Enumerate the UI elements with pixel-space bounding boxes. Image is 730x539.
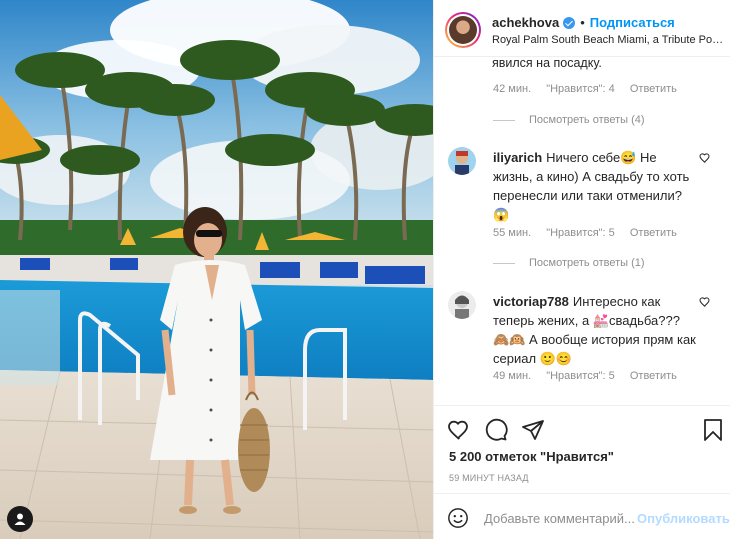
publish-button[interactable]: Опубликовать	[637, 511, 730, 526]
emoji-icon[interactable]	[447, 507, 469, 529]
reply-button[interactable]: Ответить	[630, 227, 677, 239]
user-tag-icon-glyph	[14, 513, 26, 525]
comment-likes[interactable]: "Нравится": 4	[546, 83, 615, 95]
comments-list[interactable]: явился на посадку. 42 мин. "Нравится": 4…	[434, 57, 730, 405]
comment-likes[interactable]: "Нравится": 5	[546, 370, 615, 382]
comment-input[interactable]	[484, 508, 634, 528]
view-replies-label: Посмотреть ответы (4)	[529, 114, 645, 126]
follow-button[interactable]: Подписаться	[590, 15, 675, 30]
reply-button[interactable]: Ответить	[630, 370, 677, 382]
header-user-line: achekhova • Подписаться	[492, 15, 675, 30]
comment-avatar[interactable]	[448, 291, 476, 319]
comment-meta: 55 мин. "Нравится": 5 Ответить	[493, 227, 689, 239]
divider	[493, 262, 515, 264]
comment-time[interactable]: 49 мин.	[493, 370, 531, 382]
add-comment-bar: Опубликовать	[434, 493, 730, 539]
divider	[493, 119, 515, 121]
heart-icon[interactable]	[447, 418, 471, 442]
comment-heart-icon[interactable]	[699, 152, 711, 164]
comment-meta: 42 мин. "Нравится": 4 Ответить	[493, 83, 689, 95]
partial-comment-text: явился на посадку.	[492, 57, 602, 70]
comment-time[interactable]: 42 мин.	[493, 83, 531, 95]
user-tag-icon[interactable]	[7, 506, 33, 532]
post-photo[interactable]	[0, 0, 433, 539]
comment-meta: 49 мин. "Нравится": 5 Ответить	[493, 370, 689, 382]
post-image	[0, 0, 433, 539]
share-icon[interactable]	[521, 418, 545, 442]
comment-heart-icon[interactable]	[699, 296, 711, 308]
comment-text: victoriap788 Интересно как теперь жених, …	[493, 292, 698, 368]
comment-likes[interactable]: "Нравится": 5	[546, 227, 615, 239]
comment-text: iliyarich Ничего себе😅 Не жизнь, а кино) …	[493, 148, 698, 224]
view-replies-button[interactable]: Посмотреть ответы (4)	[493, 114, 645, 126]
comment-icon[interactable]	[484, 418, 508, 442]
comment-username[interactable]: victoriap788	[493, 294, 569, 309]
location-link[interactable]: Royal Palm South Beach Miami, a Tribute …	[492, 34, 724, 46]
post-panel: achekhova • Подписаться Royal Palm South…	[433, 0, 730, 539]
header-separator: •	[580, 15, 585, 30]
reply-button[interactable]: Ответить	[630, 83, 677, 95]
verified-icon	[563, 16, 576, 29]
avatar[interactable]	[445, 12, 481, 48]
comment-avatar[interactable]	[448, 147, 476, 175]
view-replies-label: Посмотреть ответы (1)	[529, 257, 645, 269]
comment-time[interactable]: 55 мин.	[493, 227, 531, 239]
header-username[interactable]: achekhova	[492, 15, 559, 30]
likes-count[interactable]: 5 200 отметок "Нравится"	[449, 449, 614, 464]
bookmark-icon[interactable]	[701, 418, 725, 442]
post-time[interactable]: 59 МИНУТ НАЗАД	[449, 473, 529, 483]
view-replies-button[interactable]: Посмотреть ответы (1)	[493, 257, 645, 269]
comment-username[interactable]: iliyarich	[493, 150, 542, 165]
post-header: achekhova • Подписаться Royal Palm South…	[434, 0, 730, 57]
